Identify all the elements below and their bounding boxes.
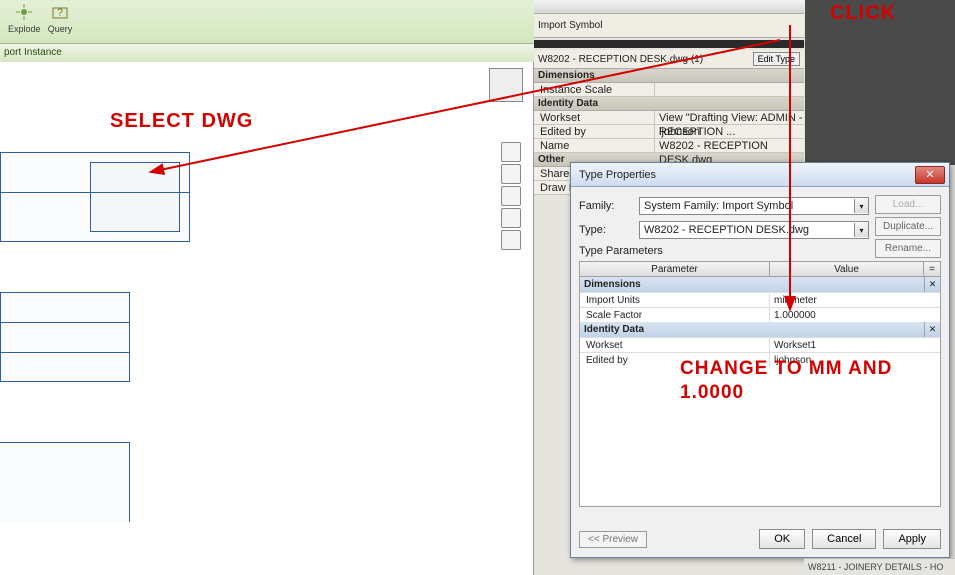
- edit-type-button[interactable]: Edit Type: [753, 52, 800, 66]
- grid-row: WorksetWorkset1: [580, 337, 940, 352]
- type-select[interactable]: W8202 - RECEPTION DESK.dwg▾: [639, 221, 869, 239]
- chevron-down-icon: ▾: [854, 199, 868, 213]
- explode-icon: [14, 2, 34, 22]
- properties-header: [534, 0, 804, 14]
- dwg-geometry[interactable]: [0, 442, 130, 522]
- grid-category[interactable]: Identity Data✕: [580, 322, 940, 337]
- type-name: W8202 - RECEPTION DESK.dwg (1): [538, 54, 753, 65]
- category-header: Dimensions: [534, 69, 804, 83]
- nav-button[interactable]: [501, 208, 521, 228]
- dialog-footer: << Preview OK Cancel Apply: [579, 529, 941, 549]
- rename-button[interactable]: Rename...: [875, 239, 941, 258]
- property-row: Edited byljohnson: [534, 125, 804, 139]
- dwg-geometry[interactable]: [90, 162, 180, 232]
- project-browser-items: W8211 - JOINERY DETAILS - HO: [804, 558, 955, 575]
- grid-row: Import Unitsmillimeter: [580, 292, 940, 307]
- dwg-geometry: [0, 322, 130, 323]
- thumbnail-strip: [534, 40, 804, 48]
- column-header: Value: [770, 262, 924, 276]
- ribbon-label: Explode: [8, 24, 40, 34]
- nav-bar: [501, 142, 521, 252]
- family-select[interactable]: System Family: Import Symbol▾: [639, 197, 869, 215]
- ribbon-explode[interactable]: Explode: [8, 2, 40, 34]
- type-row: W8202 - RECEPTION DESK.dwg (1) Edit Type: [534, 50, 804, 69]
- context-bar: port Instance: [0, 44, 534, 62]
- dialog-titlebar[interactable]: Type Properties ✕: [571, 163, 949, 187]
- dwg-geometry: [0, 192, 190, 193]
- svg-text:?: ?: [57, 7, 63, 19]
- nav-button[interactable]: [501, 230, 521, 250]
- drawing-view[interactable]: [0, 62, 534, 575]
- preview-button[interactable]: << Preview: [579, 531, 647, 548]
- column-header: Parameter: [580, 262, 770, 276]
- load-button: Load...: [875, 195, 941, 214]
- dialog-title: Type Properties: [579, 163, 656, 186]
- nav-button[interactable]: [501, 164, 521, 184]
- ribbon-label: Query: [44, 24, 76, 34]
- chevron-down-icon: ▾: [854, 223, 868, 237]
- grid-header: Parameter Value =: [579, 261, 941, 277]
- cancel-button[interactable]: Cancel: [812, 529, 876, 549]
- browser-item[interactable]: W8211 - JOINERY DETAILS - HO: [804, 562, 947, 572]
- property-row: NameW8202 - RECEPTION DESK.dwg: [534, 139, 804, 153]
- scale-factor-value[interactable]: 1.000000: [770, 308, 940, 322]
- properties-type-selector[interactable]: Import Symbol: [534, 14, 804, 38]
- category-header: Identity Data: [534, 97, 804, 111]
- grid-row: Edited byljohnson: [580, 352, 940, 367]
- import-units-value[interactable]: millimeter: [770, 293, 940, 307]
- column-header: =: [924, 262, 940, 276]
- dialog-side-buttons: Load... Duplicate... Rename...: [875, 195, 941, 261]
- duplicate-button[interactable]: Duplicate...: [875, 217, 941, 236]
- property-row: WorksetView "Drafting View: ADMIN - RECE…: [534, 111, 804, 125]
- close-button[interactable]: ✕: [915, 166, 945, 184]
- view-cube[interactable]: [489, 68, 523, 102]
- query-icon: ?: [50, 2, 70, 22]
- dwg-geometry[interactable]: [0, 292, 130, 382]
- type-selector-text: Import Symbol: [538, 20, 800, 31]
- grid-row: Scale Factor1.000000: [580, 307, 940, 322]
- ok-button[interactable]: OK: [759, 529, 805, 549]
- family-label: Family:: [579, 200, 639, 212]
- property-row: Instance Scale: [534, 83, 804, 97]
- apply-button[interactable]: Apply: [883, 529, 941, 549]
- dwg-geometry: [0, 352, 130, 353]
- type-label: Type:: [579, 224, 639, 236]
- type-parameters-grid: Dimensions✕ Import Unitsmillimeter Scale…: [579, 277, 941, 507]
- type-properties-dialog: Type Properties ✕ Family: System Family:…: [570, 162, 950, 558]
- grid-category[interactable]: Dimensions✕: [580, 277, 940, 292]
- nav-button[interactable]: [501, 142, 521, 162]
- nav-button[interactable]: [501, 186, 521, 206]
- ribbon-query[interactable]: ? Query: [44, 2, 76, 34]
- side-panel: [805, 0, 955, 165]
